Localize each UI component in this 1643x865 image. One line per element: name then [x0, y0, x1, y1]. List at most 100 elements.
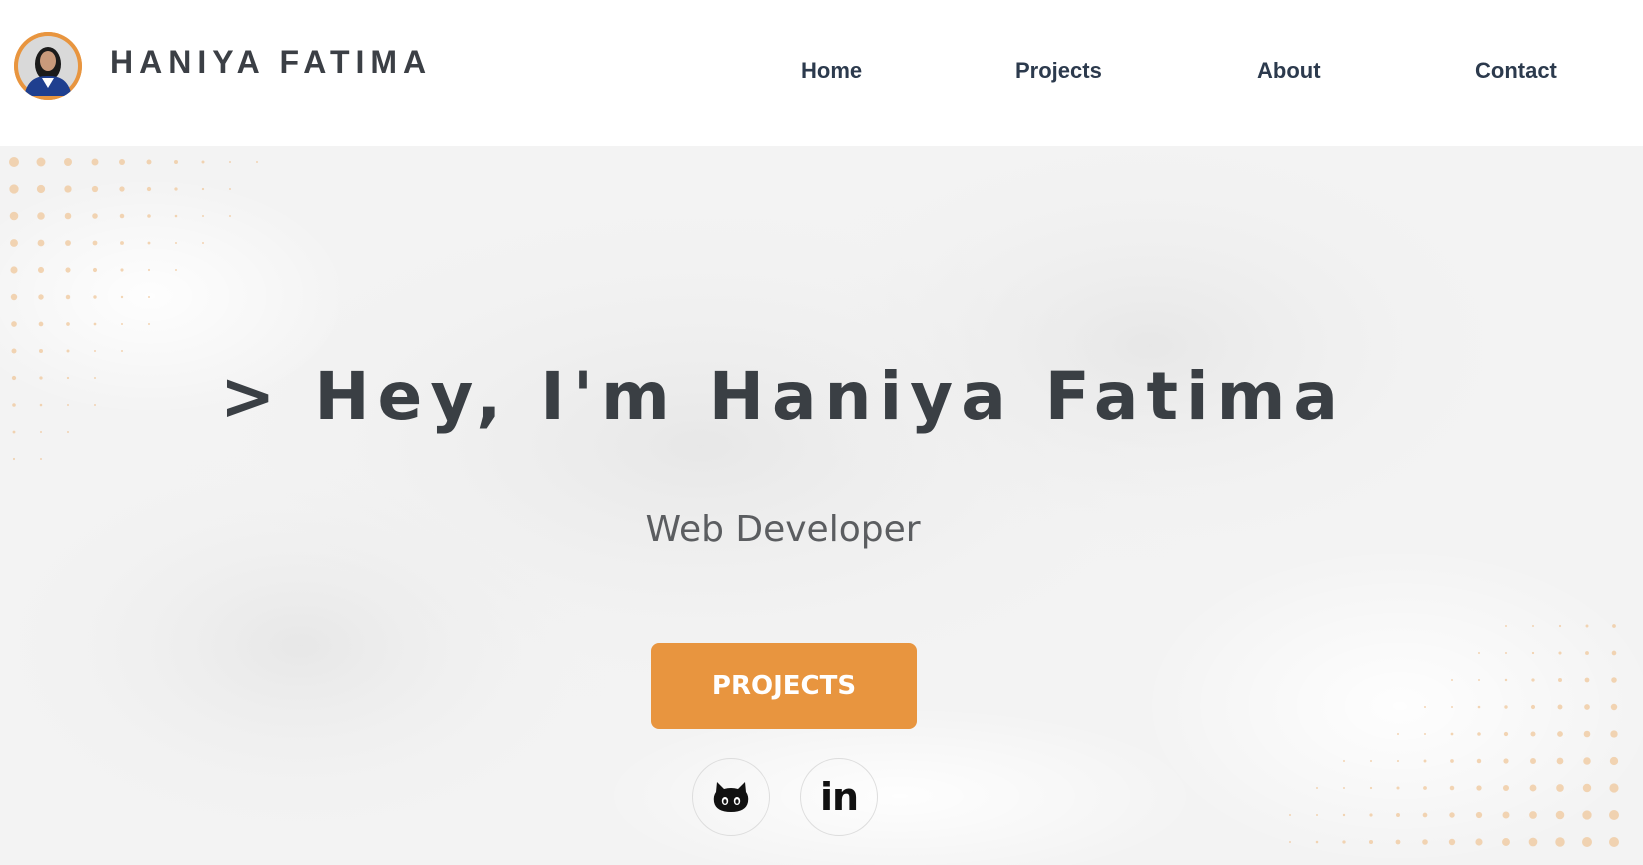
decorative-dot: [1609, 810, 1619, 820]
decorative-dot: [1556, 784, 1564, 792]
decorative-dot: [1583, 730, 1591, 738]
decorative-dot: [1530, 731, 1536, 737]
decorative-dot: [1478, 652, 1480, 654]
site-header: HANIYA FATIMA Home Projects About Contac…: [0, 0, 1643, 146]
decorative-dot: [1504, 705, 1508, 709]
decorative-dot: [66, 349, 70, 353]
decorative-dot: [91, 185, 99, 193]
decorative-dot: [1504, 678, 1508, 682]
decorative-dot: [1422, 839, 1428, 845]
decorative-dot: [1528, 837, 1538, 847]
decorative-dot: [1609, 756, 1619, 766]
decorative-dot: [1396, 759, 1400, 763]
decorative-dot: [174, 214, 178, 218]
decorative-dot: [1476, 785, 1482, 791]
decorative-dot: [1557, 677, 1563, 683]
decorative-dot: [1395, 839, 1401, 845]
decorative-dot: [1555, 837, 1565, 847]
decorative-dot: [201, 160, 205, 164]
decorative-dot: [1558, 624, 1562, 628]
decorative-dot: [11, 321, 17, 327]
decorative-dot: [174, 187, 178, 191]
decorative-dot: [9, 157, 19, 167]
decorative-dot: [1424, 733, 1426, 735]
decorative-dot: [1477, 732, 1481, 736]
decorative-dot: [1530, 758, 1536, 764]
decorative-dot: [1342, 813, 1346, 817]
decorative-dot: [1503, 758, 1509, 764]
decorative-dot: [1609, 783, 1619, 793]
decorative-dot: [1451, 679, 1453, 681]
decorative-dot: [93, 322, 97, 326]
nav-home[interactable]: Home: [801, 58, 862, 84]
decorative-dot: [119, 159, 125, 165]
decorative-dot: [148, 296, 150, 298]
github-link[interactable]: [692, 758, 770, 836]
decorative-dot: [1316, 787, 1318, 789]
hero-background: [0, 146, 1643, 865]
decorative-dot: [1558, 651, 1562, 655]
decorative-dot: [146, 159, 152, 165]
linkedin-link[interactable]: in: [800, 758, 878, 836]
decorative-dot: [64, 212, 72, 220]
decorative-dot: [65, 267, 71, 273]
decorative-dot: [1529, 784, 1537, 792]
decorative-dot: [11, 348, 17, 354]
decorative-dot: [1342, 840, 1346, 844]
decorative-dot: [1422, 812, 1428, 818]
decorative-dot: [92, 240, 98, 246]
decorative-dot: [93, 295, 97, 299]
decorative-dot: [1505, 652, 1507, 654]
decorative-dot: [1289, 841, 1291, 843]
nav-projects[interactable]: Projects: [1015, 58, 1102, 84]
decorative-dot: [9, 184, 19, 194]
decorative-dot: [64, 185, 72, 193]
projects-button[interactable]: PROJECTS: [651, 643, 917, 729]
nav-contact[interactable]: Contact: [1475, 58, 1557, 84]
hero-subtitle: Web Developer: [645, 509, 921, 550]
decorative-dot: [37, 266, 45, 274]
decorative-dot: [1343, 787, 1345, 789]
decorative-dot: [64, 158, 72, 166]
decorative-dot: [1423, 759, 1427, 763]
decorative-dot: [1531, 651, 1535, 655]
decorative-dot: [1397, 733, 1399, 735]
linkedin-icon: in: [819, 775, 859, 819]
decorative-dot: [1502, 838, 1510, 846]
decorative-dot: [1289, 814, 1291, 816]
decorative-dot: [120, 295, 124, 299]
decorative-dot: [65, 294, 71, 300]
decorative-dot: [121, 350, 123, 352]
decorative-dot: [94, 350, 96, 352]
decorative-dot: [1584, 677, 1590, 683]
decorative-dot: [1423, 786, 1427, 790]
profile-avatar[interactable]: [14, 32, 82, 100]
decorative-dot: [1450, 732, 1454, 736]
decorative-dot: [120, 241, 124, 245]
decorative-dot: [91, 158, 99, 166]
profile-photo: [14, 32, 82, 100]
decorative-dot: [1475, 811, 1483, 819]
decorative-dot: [147, 241, 151, 245]
decorative-dot: [229, 188, 231, 190]
decorative-dot: [147, 214, 151, 218]
decorative-dot: [1448, 838, 1456, 846]
decorative-dot: [1530, 704, 1536, 710]
decorative-dot: [1583, 757, 1591, 765]
decorative-dot: [1478, 679, 1480, 681]
decorative-dot: [1315, 840, 1319, 844]
decorative-dot: [1557, 731, 1563, 737]
decorative-dot: [1610, 730, 1618, 738]
hero-headline: > Hey, I'm Haniya Fatima: [220, 358, 1346, 435]
decorative-dot: [1582, 837, 1592, 847]
decorative-dot: [1396, 813, 1400, 817]
decorative-dot: [39, 349, 43, 353]
decorative-dot: [38, 294, 44, 300]
decorative-dot: [10, 239, 18, 247]
decorative-dot: [1531, 678, 1535, 682]
nav-about[interactable]: About: [1257, 58, 1321, 84]
decorative-dot: [1396, 786, 1400, 790]
decorative-dot: [1369, 786, 1373, 790]
site-brand-name[interactable]: HANIYA FATIMA: [110, 44, 432, 81]
decorative-dot: [1582, 783, 1592, 793]
